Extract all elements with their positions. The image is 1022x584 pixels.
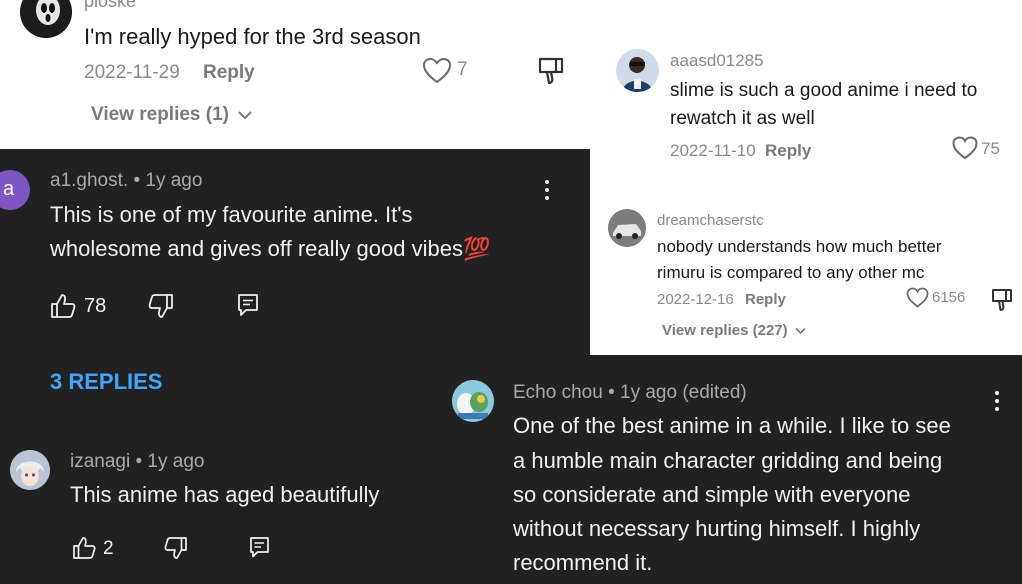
comment-header: izanagi • 1y ago: [70, 451, 204, 473]
anime-avatar-icon: [452, 380, 494, 422]
avatar[interactable]: [10, 450, 50, 490]
avatar[interactable]: [452, 380, 494, 422]
thumbs-down-icon: [148, 294, 173, 318]
like-button[interactable]: 2: [72, 536, 132, 562]
dislike-icon: [992, 289, 1012, 311]
comment-date: 2022-11-10: [670, 141, 756, 160]
comment-username[interactable]: a1.ghost.: [50, 170, 128, 191]
like-count: 2: [103, 538, 114, 559]
dislike-icon: [538, 57, 564, 85]
reply-icon: [238, 294, 258, 316]
comment-date: 2022-12-16: [657, 291, 734, 308]
thumbs-up-icon: [73, 537, 96, 559]
comment-text-line: without necessary hurting himself. I hig…: [513, 516, 921, 541]
dislike-button[interactable]: [164, 536, 188, 560]
comment-time: • 1y ago: [135, 451, 205, 472]
comment-text-line: a humble main character gridding and bei…: [513, 448, 943, 473]
comment-header: a1.ghost. • 1y ago: [50, 170, 202, 192]
heart-icon: [952, 136, 978, 160]
avatar[interactable]: a: [0, 170, 30, 210]
like-button[interactable]: 78: [50, 293, 120, 321]
comment-username[interactable]: izanagi: [70, 451, 130, 472]
reply-button[interactable]: Reply: [765, 141, 811, 161]
reply-button[interactable]: Reply: [203, 62, 255, 84]
car-avatar-icon: [608, 209, 646, 247]
tiktok-comment-top-panel: ploske I'm really hyped for the 3rd seas…: [0, 0, 590, 149]
view-replies-label: View replies (227): [662, 322, 788, 339]
comment-text-line: rimuru is compared to any other mc: [657, 263, 925, 282]
comment-header: Echo chou • 1y ago (edited): [513, 382, 747, 404]
more-vert-icon[interactable]: [545, 180, 549, 204]
reply-button[interactable]: Reply: [745, 291, 786, 308]
like-button[interactable]: 6156: [906, 287, 976, 311]
comment-time: • 1y ago (edited): [608, 382, 747, 403]
dislike-button[interactable]: [148, 293, 174, 319]
like-count: 7: [457, 59, 468, 80]
comment-date: 2022-11-29: [84, 62, 180, 83]
view-replies-label: View replies (1): [91, 104, 229, 125]
like-button[interactable]: 75: [952, 136, 1012, 164]
tiktok-comment-right-panel: aaasd01285 slime is such a good anime i …: [590, 0, 1022, 355]
avatar[interactable]: [608, 209, 646, 247]
like-count: 75: [981, 139, 1000, 158]
ghost-face-icon: [20, 0, 72, 38]
view-replies-button[interactable]: View replies (1): [91, 104, 252, 126]
comment-text-line: so considerate and simple with everyone: [513, 482, 911, 507]
comment-username[interactable]: aaasd01285: [670, 51, 764, 71]
view-replies-button[interactable]: View replies (227): [662, 322, 806, 339]
comment-text-line: One of the best anime in a while. I like…: [513, 413, 951, 438]
comment-username[interactable]: ploske: [84, 0, 136, 12]
dislike-button[interactable]: [990, 287, 1014, 313]
like-count: 6156: [932, 289, 966, 306]
comment-text: I'm really hyped for the 3rd season: [84, 24, 421, 49]
reply-button[interactable]: [249, 536, 270, 559]
person-avatar-icon: [616, 49, 659, 92]
avatar[interactable]: [616, 49, 659, 92]
chevron-down-icon: [795, 327, 806, 335]
thumbs-up-icon: [51, 294, 76, 318]
comment-time: • 1y ago: [133, 170, 203, 191]
comment-text: This anime has aged beautifully: [70, 482, 380, 507]
hundred-emoji: 💯: [462, 236, 491, 261]
replies-toggle-button[interactable]: 3 REPLIES: [50, 369, 162, 395]
comment-text-line: nobody understands how much better: [657, 237, 942, 256]
dislike-button[interactable]: [537, 56, 565, 86]
comment-text-line: wholesome and gives off really good vibe…: [50, 236, 490, 262]
heart-icon: [422, 57, 452, 84]
heart-icon: [906, 287, 929, 308]
thumbs-down-icon: [164, 537, 187, 559]
like-button[interactable]: 7: [422, 57, 482, 87]
avatar[interactable]: [20, 0, 72, 38]
comment-text-line: recommend it.: [513, 550, 653, 575]
more-vert-icon[interactable]: [995, 391, 999, 415]
reply-icon: [250, 537, 269, 558]
comment-text-line: This is one of my favourite anime. It's: [50, 202, 413, 227]
comment-text-line: rewatch it as well: [670, 108, 815, 129]
comment-text-line: slime is such a good anime i need to: [670, 80, 978, 101]
comment-username[interactable]: dreamchaserstc: [657, 212, 764, 229]
anime-avatar-icon: [10, 450, 50, 490]
comment-text-content: wholesome and gives off really good vibe…: [50, 236, 463, 261]
avatar-letter: a: [3, 178, 15, 200]
comment-username[interactable]: Echo chou: [513, 382, 603, 403]
like-count: 78: [84, 295, 107, 317]
reply-button[interactable]: [237, 293, 259, 317]
chevron-down-icon: [238, 111, 252, 120]
